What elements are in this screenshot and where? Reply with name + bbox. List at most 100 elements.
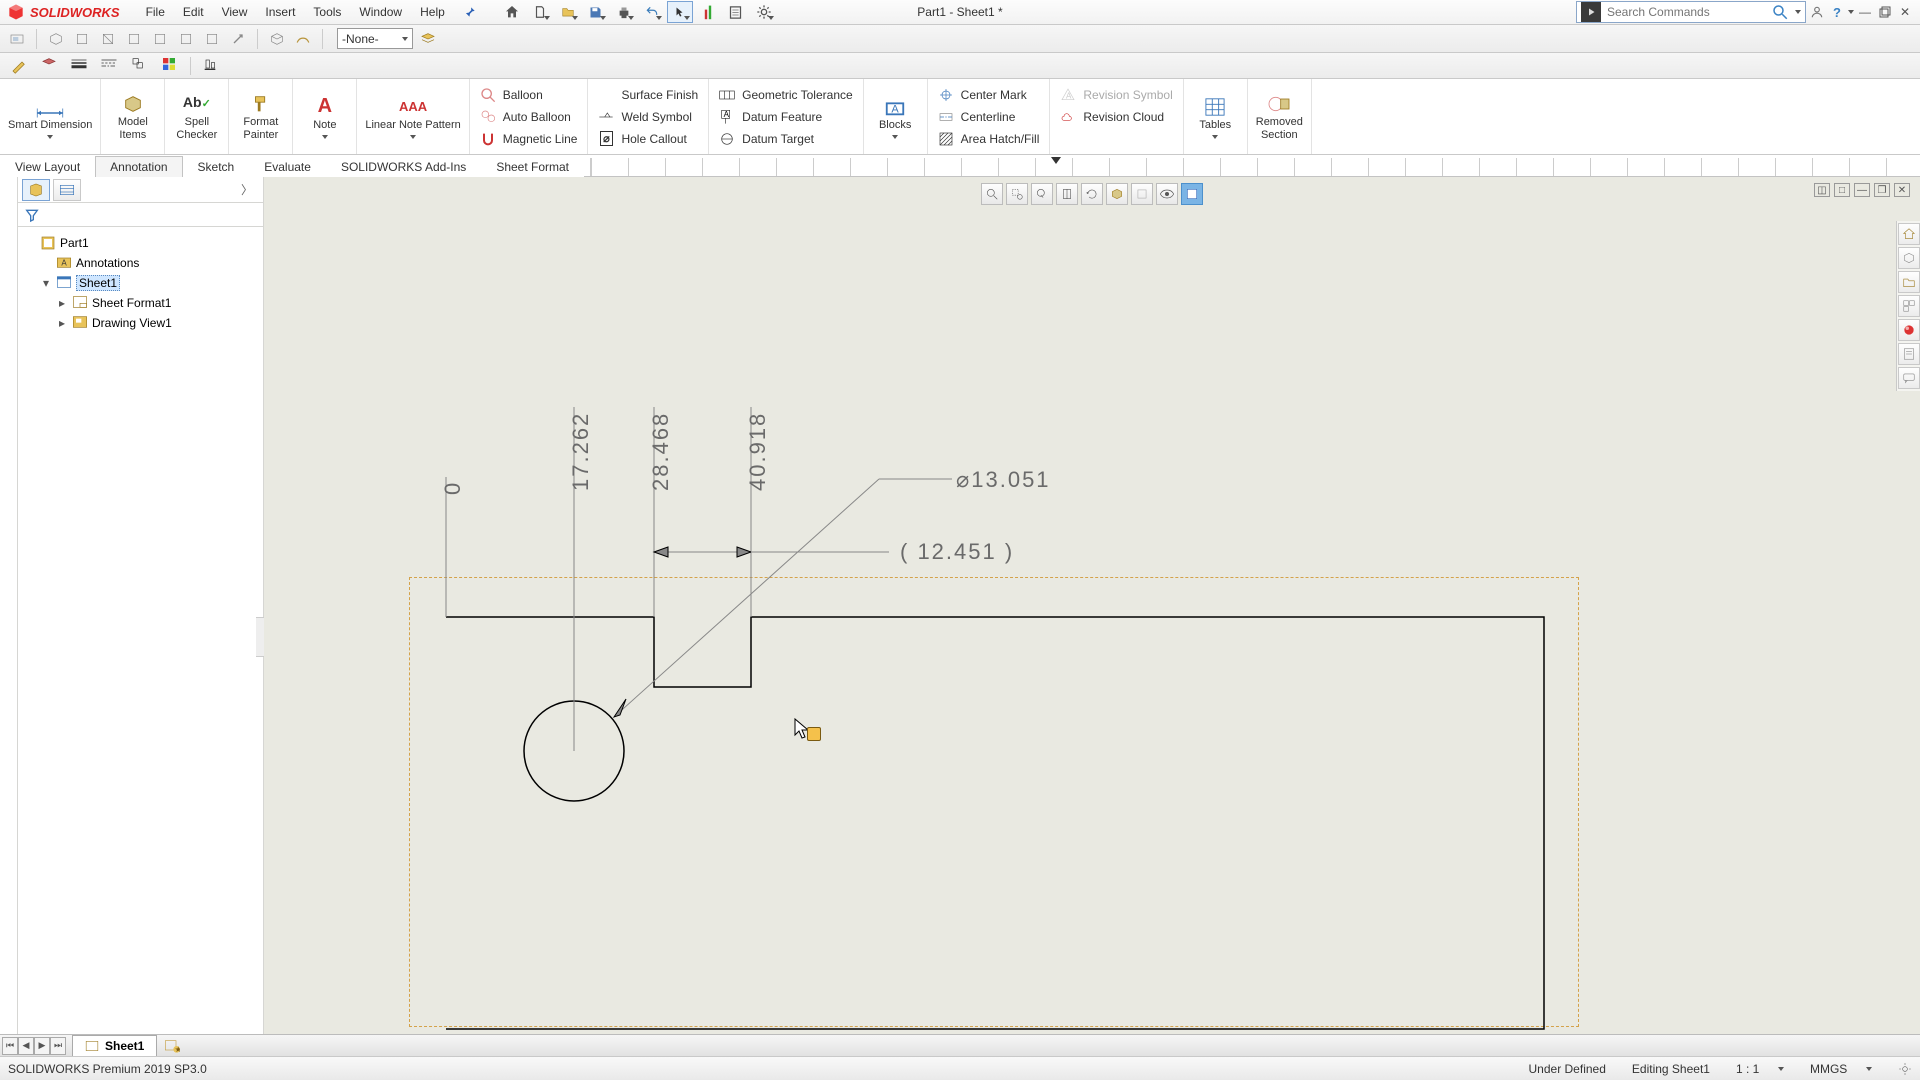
menu-help[interactable]: Help — [412, 2, 453, 22]
weld-symbol-button[interactable]: Weld Symbol — [598, 107, 698, 127]
pin-icon[interactable] — [463, 5, 477, 19]
layer-combo[interactable]: -None- — [337, 28, 413, 49]
tree-annotations[interactable]: A Annotations — [22, 253, 259, 273]
doc-props-icon[interactable] — [723, 1, 749, 23]
tables-button[interactable]: Tables — [1184, 79, 1248, 154]
model-items-button[interactable]: Model Items — [101, 79, 165, 154]
shaded-icon[interactable] — [292, 28, 314, 50]
ord-dim-1[interactable]: 17.262 — [568, 412, 594, 491]
search-dd-icon[interactable] — [1795, 10, 1801, 14]
dia-dim[interactable]: ⌀13.051 — [956, 467, 1051, 493]
color-display-icon[interactable] — [160, 56, 180, 76]
undo-icon[interactable] — [639, 1, 665, 23]
hole-callout-button[interactable]: ⌀Hole Callout — [598, 129, 698, 149]
search-icon[interactable] — [1771, 3, 1789, 21]
spell-checker-button[interactable]: Ab✓ Spell Checker — [165, 79, 229, 154]
front-view-icon[interactable] — [71, 28, 93, 50]
line-style-icon[interactable] — [100, 56, 120, 76]
area-hatch-button[interactable]: Area Hatch/Fill — [938, 129, 1040, 149]
ord-dim-0[interactable]: 0 — [440, 481, 466, 495]
tab-annotation[interactable]: Annotation — [95, 156, 182, 177]
close-icon[interactable]: ✕ — [1896, 3, 1914, 21]
smart-dimension-button[interactable]: Smart Dimension — [0, 79, 101, 154]
help-icon[interactable]: ? — [1828, 3, 1846, 21]
balloon-button[interactable]: Balloon — [480, 85, 578, 105]
status-units[interactable]: MMGS — [1810, 1062, 1872, 1076]
magnetic-line-button[interactable]: Magnetic Line — [480, 129, 578, 149]
line-thickness-icon[interactable] — [70, 56, 90, 76]
removed-section-button[interactable]: Removed Section — [1248, 79, 1312, 154]
layer-props-icon[interactable] — [417, 28, 439, 50]
add-sheet-icon[interactable]: ★ — [161, 1036, 183, 1056]
sheet-last-icon[interactable]: ⏭ — [50, 1037, 66, 1055]
tree-sheet-format[interactable]: ▸ Sheet Format1 — [22, 293, 259, 313]
bottom-view-icon[interactable] — [201, 28, 223, 50]
tree-root[interactable]: Part1 — [22, 233, 259, 253]
hide-show-edges-icon[interactable] — [130, 56, 150, 76]
ord-dim-2[interactable]: 28.468 — [648, 412, 674, 491]
user-icon[interactable] — [1808, 3, 1826, 21]
filter-icon[interactable] — [24, 207, 40, 223]
select-icon[interactable] — [667, 1, 693, 23]
search-run-icon[interactable] — [1581, 2, 1601, 22]
search-input[interactable] — [1607, 5, 1765, 19]
search-commands[interactable] — [1576, 1, 1806, 23]
menu-tools[interactable]: Tools — [305, 2, 349, 22]
fm-expand-icon[interactable]: 〉 — [241, 181, 259, 198]
help-dd-icon[interactable] — [1848, 10, 1854, 14]
layer-prop-icon[interactable] — [40, 56, 60, 76]
status-options-icon[interactable] — [1898, 1062, 1912, 1076]
tab-sheet-format[interactable]: Sheet Format — [481, 156, 584, 177]
surface-finish-button[interactable]: Surface Finish — [598, 85, 698, 105]
tab-sketch[interactable]: Sketch — [183, 156, 250, 177]
sheet-next-icon[interactable]: ▶ — [34, 1037, 50, 1055]
top-view-icon[interactable] — [175, 28, 197, 50]
left-view-icon[interactable] — [123, 28, 145, 50]
menu-window[interactable]: Window — [351, 2, 410, 22]
print-icon[interactable] — [611, 1, 637, 23]
fm-property-tab-icon[interactable] — [53, 179, 81, 201]
back-view-icon[interactable] — [97, 28, 119, 50]
blocks-button[interactable]: A Blocks — [864, 79, 928, 154]
align-icon[interactable] — [201, 56, 221, 76]
ord-dim-3[interactable]: 40.918 — [745, 412, 771, 491]
status-scale[interactable]: 1 : 1 — [1736, 1062, 1784, 1076]
save-icon[interactable] — [583, 1, 609, 23]
format-painter-button[interactable]: Format Painter — [229, 79, 293, 154]
restore-icon[interactable] — [1876, 3, 1894, 21]
auto-balloon-button[interactable]: Auto Balloon — [480, 107, 578, 127]
right-view-icon[interactable] — [149, 28, 171, 50]
sheet-prev-icon[interactable]: ◀ — [18, 1037, 34, 1055]
wireframe-icon[interactable] — [266, 28, 288, 50]
normal-to-icon[interactable] — [227, 28, 249, 50]
rebuild-icon[interactable] — [695, 1, 721, 23]
drawing-canvas[interactable]: ◫ □ — ❐ ✕ — [264, 177, 1920, 1056]
sheet-first-icon[interactable]: ⏮ — [2, 1037, 18, 1055]
tree-drawing-view[interactable]: ▸ Drawing View1 — [22, 313, 259, 333]
center-mark-button[interactable]: Center Mark — [938, 85, 1040, 105]
open-icon[interactable] — [555, 1, 581, 23]
datum-feature-button[interactable]: ADatum Feature — [719, 107, 853, 127]
note-button[interactable]: A Note — [293, 79, 357, 154]
tab-addins[interactable]: SOLIDWORKS Add-Ins — [326, 156, 481, 177]
tab-evaluate[interactable]: Evaluate — [249, 156, 326, 177]
revision-cloud-button[interactable]: Revision Cloud — [1060, 107, 1172, 127]
drawing-view-icon[interactable] — [6, 28, 28, 50]
fm-tree-tab-icon[interactable] — [22, 179, 50, 201]
options-icon[interactable] — [751, 1, 777, 23]
home-icon[interactable] — [499, 1, 525, 23]
line-color-icon[interactable] — [10, 56, 30, 76]
centerline-button[interactable]: Centerline — [938, 107, 1040, 127]
ref-dim[interactable]: ( 12.451 ) — [900, 539, 1014, 565]
menu-view[interactable]: View — [214, 2, 256, 22]
linear-note-pattern-button[interactable]: AAA Linear Note Pattern — [357, 79, 469, 154]
tab-view-layout[interactable]: View Layout — [0, 156, 95, 177]
menu-edit[interactable]: Edit — [175, 2, 212, 22]
geo-tolerance-button[interactable]: Geometric Tolerance — [719, 85, 853, 105]
sheet-tab-1[interactable]: Sheet1 — [72, 1035, 157, 1057]
datum-target-button[interactable]: Datum Target — [719, 129, 853, 149]
iso-view-icon[interactable] — [45, 28, 67, 50]
new-doc-icon[interactable] — [527, 1, 553, 23]
minimize-icon[interactable]: — — [1856, 3, 1874, 21]
tree-sheet1[interactable]: ▾ Sheet1 — [22, 273, 259, 293]
